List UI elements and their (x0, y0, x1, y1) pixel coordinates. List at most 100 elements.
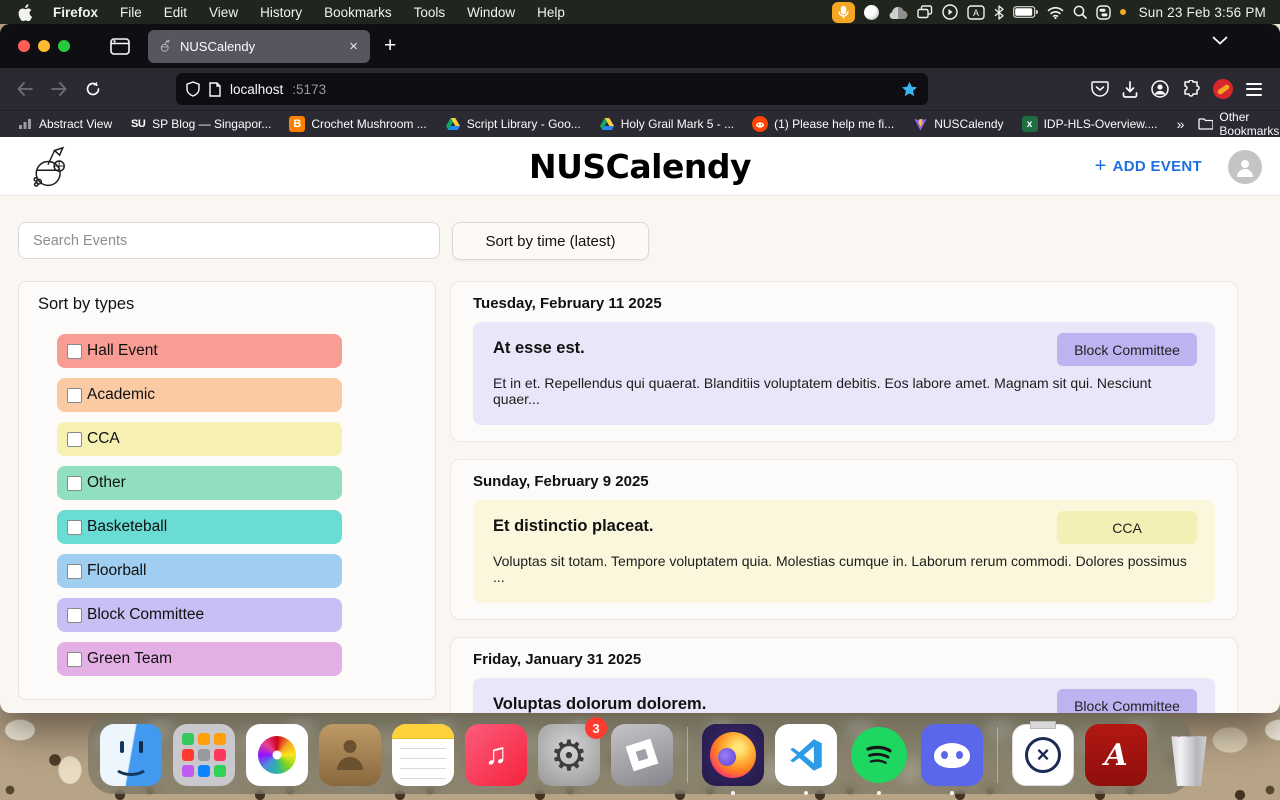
discord-dock-icon[interactable] (921, 724, 983, 786)
shield-icon[interactable] (186, 81, 200, 97)
filter-green-team[interactable]: Green Team (57, 642, 342, 676)
bookmark-nuscalendy[interactable]: NUSCalendy (903, 113, 1012, 135)
bookmark-crochet-mushroom[interactable]: B Crochet Mushroom ... (280, 113, 435, 135)
account-icon[interactable] (1151, 80, 1169, 98)
zoom-window-button[interactable] (58, 40, 70, 52)
acrobat-dock-icon[interactable]: A (1085, 724, 1147, 786)
menu-edit[interactable]: Edit (153, 0, 198, 24)
apple-icon (18, 3, 32, 21)
checkbox[interactable] (67, 387, 82, 403)
firefox-dock-icon[interactable] (702, 724, 764, 786)
circle-x-app-dock-icon[interactable]: × (1012, 721, 1074, 786)
tab-list-chevron-icon[interactable] (1212, 36, 1228, 45)
menu-file[interactable]: File (109, 0, 153, 24)
menu-bar-clock[interactable]: Sun 23 Feb 3:56 PM (1139, 5, 1266, 20)
launchpad-dock-icon[interactable] (173, 724, 235, 786)
pocket-icon[interactable] (1091, 80, 1109, 98)
forward-button[interactable] (44, 75, 74, 103)
svg-text:A: A (973, 8, 979, 18)
menu-help[interactable]: Help (526, 0, 576, 24)
filter-cca[interactable]: CCA (57, 422, 342, 456)
firefox-view-icon[interactable] (110, 37, 130, 55)
event-card[interactable]: Sunday, February 9 2025 Et distinctio pl… (450, 459, 1238, 620)
event-description: Et in et. Repellendus qui quaerat. Bland… (493, 375, 1152, 407)
focus-moon-icon[interactable] (863, 4, 879, 20)
filter-label: Green Team (87, 650, 173, 667)
settings-dock-icon[interactable]: ⚙ 3 (538, 717, 607, 786)
bookmark-idp-hls[interactable]: x IDP-HLS-Overview.... (1013, 113, 1167, 135)
page-info-icon[interactable] (209, 81, 221, 97)
filter-other[interactable]: Other (57, 466, 342, 500)
menu-view[interactable]: View (198, 0, 249, 24)
screen-mirroring-icon[interactable] (916, 0, 933, 24)
browser-tab-nuscalendy[interactable]: NUSCalendy × (148, 29, 370, 63)
close-window-button[interactable] (18, 40, 30, 52)
url-bar[interactable]: localhost:5173 (176, 73, 928, 105)
menu-firefox[interactable]: Firefox (42, 0, 109, 24)
bookmark-script-library[interactable]: Script Library - Goo... (436, 113, 590, 135)
back-button[interactable] (10, 75, 40, 103)
input-source-icon[interactable]: A (966, 0, 985, 24)
search-input[interactable] (18, 222, 440, 259)
cloud-icon[interactable] (888, 0, 908, 24)
checkbox[interactable] (67, 431, 82, 447)
play-circle-icon[interactable] (941, 0, 958, 24)
filter-academic[interactable]: Academic (57, 378, 342, 412)
new-tab-button[interactable]: + (384, 34, 396, 58)
menu-bookmarks[interactable]: Bookmarks (313, 0, 403, 24)
menu-history[interactable]: History (249, 0, 313, 24)
spotify-dock-icon[interactable] (848, 724, 910, 786)
checkbox[interactable] (67, 475, 82, 491)
downloads-icon[interactable] (1122, 80, 1138, 98)
menu-window[interactable]: Window (456, 0, 526, 24)
music-dock-icon[interactable]: ♫ (465, 724, 527, 786)
trash-dock-icon[interactable] (1158, 724, 1220, 786)
adblock-extension-icon[interactable] (1213, 79, 1233, 99)
window-controls (0, 40, 84, 52)
bluetooth-icon[interactable] (994, 0, 1004, 24)
bookmark-reddit[interactable]: (1) Please help me fi... (743, 113, 903, 135)
finder-dock-icon[interactable] (100, 724, 162, 786)
apple-menu[interactable] (0, 3, 42, 21)
bookmark-abstract-view[interactable]: Abstract View (8, 113, 121, 135)
battery-icon[interactable] (1012, 0, 1038, 24)
filter-hall-event[interactable]: Hall Event (57, 334, 342, 368)
filter-label: CCA (87, 430, 120, 447)
contacts-dock-icon[interactable] (319, 724, 381, 786)
reload-button[interactable] (78, 75, 108, 103)
checkbox[interactable] (67, 651, 82, 667)
spotlight-search-icon[interactable] (1073, 0, 1087, 24)
microphone-icon[interactable] (831, 1, 855, 23)
tab-close-icon[interactable]: × (347, 38, 360, 55)
vscode-dock-icon[interactable] (775, 724, 837, 786)
menu-tools[interactable]: Tools (403, 0, 457, 24)
menu-hamburger-icon[interactable] (1246, 82, 1262, 96)
checkbox[interactable] (67, 519, 82, 535)
checkbox[interactable] (67, 607, 82, 623)
other-bookmarks[interactable]: Other Bookmarks (1194, 110, 1280, 138)
extensions-puzzle-icon[interactable] (1182, 80, 1200, 98)
add-event-button[interactable]: + ADD EVENT (1095, 155, 1202, 178)
minimize-window-button[interactable] (38, 40, 50, 52)
event-card[interactable]: Tuesday, February 11 2025 At esse est. B… (450, 281, 1238, 442)
filter-basketeball[interactable]: Basketeball (57, 510, 342, 544)
event-card[interactable]: Friday, January 31 2025 Voluptas dolorum… (450, 637, 1238, 713)
notes-dock-icon[interactable] (392, 724, 454, 786)
avatar[interactable] (1228, 149, 1262, 184)
checkbox[interactable] (67, 343, 82, 359)
checkbox[interactable] (67, 563, 82, 579)
event-description: Voluptas sit totam. Tempore voluptatem q… (493, 553, 1187, 585)
bookmarks-overflow-chevron[interactable]: » (1167, 116, 1195, 132)
bookmark-holy-grail[interactable]: Holy Grail Mark 5 - ... (590, 113, 743, 135)
photos-dock-icon[interactable] (246, 724, 308, 786)
roblox-dock-icon[interactable] (611, 724, 673, 786)
bookmark-sp-blog[interactable]: SU SP Blog — Singapor... (121, 113, 280, 135)
bookmark-star-icon[interactable] (901, 81, 918, 97)
bookmark-label: Script Library - Goo... (466, 117, 581, 131)
filter-block-committee[interactable]: Block Committee (57, 598, 342, 632)
wifi-icon[interactable] (1047, 0, 1064, 24)
firefox-window: NUSCalendy × + localhost:5173 Abstract … (0, 24, 1280, 713)
control-center-icon[interactable] (1095, 0, 1111, 24)
filter-floorball[interactable]: Floorball (57, 554, 342, 588)
sort-by-time-button[interactable]: Sort by time (latest) (452, 222, 649, 260)
